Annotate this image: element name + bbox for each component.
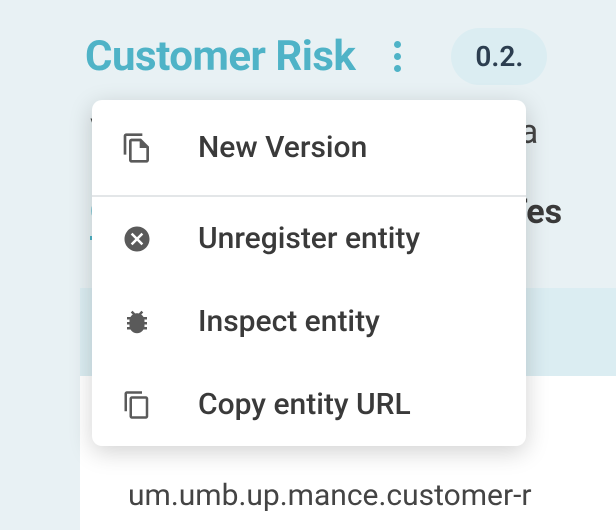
menu-item-label: New Version — [198, 130, 367, 165]
menu-item-label: Copy entity URL — [198, 387, 411, 422]
copy-file-icon — [120, 131, 154, 165]
copy-icon — [120, 388, 154, 422]
vertical-dots-icon — [394, 41, 401, 72]
page-header: Customer Risk 0.2. — [0, 0, 616, 85]
menu-item-new-version[interactable]: New Version — [92, 100, 526, 197]
menu-item-unregister[interactable]: Unregister entity — [92, 197, 526, 280]
version-badge[interactable]: 0.2. — [451, 28, 547, 85]
page-title: Customer Risk — [85, 32, 355, 81]
bug-icon — [120, 305, 154, 339]
menu-item-label: Unregister entity — [198, 221, 420, 256]
entity-urn-text: um.umb.up.mance.customer-r — [128, 478, 532, 513]
actions-dropdown: New Version Unregister entity Inspect en… — [92, 100, 526, 446]
close-circle-icon — [120, 222, 154, 256]
menu-item-label: Inspect entity — [198, 304, 380, 339]
menu-item-inspect[interactable]: Inspect entity — [92, 280, 526, 363]
more-actions-button[interactable] — [379, 39, 415, 75]
menu-item-copy-url[interactable]: Copy entity URL — [92, 363, 526, 446]
